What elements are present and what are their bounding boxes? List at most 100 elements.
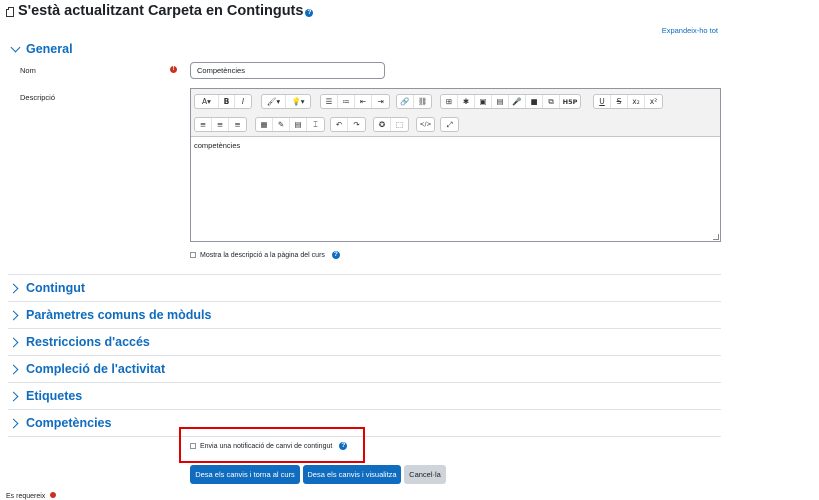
section-content[interactable]: Contingut (8, 281, 86, 295)
divider (8, 382, 721, 383)
font-style-button[interactable]: A▾ (195, 95, 219, 108)
description-label: Descripció (20, 93, 56, 102)
manage-files-button[interactable]: ⧉ (543, 95, 560, 108)
media-button[interactable]: ▤ (492, 95, 509, 108)
undo-button[interactable]: ↶ (331, 118, 348, 131)
editor-toolbar: A▾ B I 🖌▾ 💡▾ ☰ ≔ ⇤ ⇥ 🔗 ⛓ ⊞ ✱ ▣ ▤ 🎤 ■ ⧉ H… (191, 89, 720, 137)
resize-grip-icon[interactable] (713, 234, 719, 240)
divider (8, 328, 721, 329)
align-center-button[interactable]: ≡ (212, 118, 229, 131)
section-general[interactable]: General (10, 42, 73, 56)
notify-label: Envia una notificació de canvi de contin… (200, 442, 333, 450)
required-icon: ! (170, 66, 177, 73)
folder-icon (6, 7, 14, 17)
subscript-button[interactable]: x₂ (628, 95, 645, 108)
tb-group-align: ≡ ≡ ≡ (194, 117, 247, 132)
outdent-button[interactable]: ⇤ (355, 95, 372, 108)
tb-group-access: ✪ ⬚ (373, 117, 409, 132)
section-common-settings[interactable]: Paràmetres comuns de mòduls (8, 308, 212, 322)
align-right-button[interactable]: ≡ (229, 118, 246, 131)
name-label: Nom (20, 66, 36, 75)
required-note: Es requereix (6, 492, 57, 500)
accessibility-checker-button[interactable]: ✪ (374, 118, 391, 131)
record-video-button[interactable]: ■ (526, 95, 543, 108)
tb-group-style: A▾ B I (194, 94, 252, 109)
notify-checkbox[interactable] (190, 443, 196, 449)
cancel-button[interactable]: Cancel·la (404, 465, 446, 484)
help-icon[interactable]: ? (305, 8, 314, 17)
underline-button[interactable]: U (594, 95, 611, 108)
strikethrough-button[interactable]: S (611, 95, 628, 108)
record-audio-button[interactable]: 🎤 (509, 95, 526, 108)
save-display-button[interactable]: Desa els canvis i visualitza (303, 465, 401, 484)
edit-button[interactable]: ✎ (273, 118, 290, 131)
divider (8, 355, 721, 356)
special-char-button[interactable]: ✱ (458, 95, 475, 108)
tb-group-html: </> (416, 117, 435, 132)
help-icon[interactable]: ? (339, 442, 348, 450)
fullscreen-button[interactable]: ⤢ (441, 118, 458, 131)
equation-button[interactable]: ▦ (256, 118, 273, 131)
section-competencies[interactable]: Competències (8, 416, 112, 430)
chevron-right-icon (8, 391, 19, 401)
required-note-text: Es requereix (6, 493, 46, 500)
table-button[interactable]: ▤ (290, 118, 307, 131)
help-icon[interactable]: ? (331, 251, 340, 259)
html-button[interactable]: </> (417, 118, 434, 131)
divider (8, 274, 721, 275)
tb-group-lists: ☰ ≔ ⇤ ⇥ (320, 94, 390, 109)
page-title-wrap: S'està actualitzant Carpeta en Contingut… (6, 3, 314, 19)
tb-group-color: 🖌▾ 💡▾ (261, 94, 311, 109)
clear-format-button[interactable]: ⌶ (307, 118, 324, 131)
show-description-label: Mostra la descripció a la pàgina del cur… (200, 251, 325, 259)
save-return-button[interactable]: Desa els canvis i torna al curs (190, 465, 300, 484)
chevron-right-icon (8, 418, 19, 428)
required-icon (50, 492, 57, 498)
chevron-right-icon (8, 310, 19, 320)
divider (8, 301, 721, 302)
tb-group-tools: ▦ ✎ ▤ ⌶ (255, 117, 325, 132)
section-general-title: General (26, 42, 73, 56)
italic-button[interactable]: I (235, 95, 251, 108)
numbered-list-button[interactable]: ≔ (338, 95, 355, 108)
divider (8, 409, 721, 410)
screenreader-helper-button[interactable]: ⬚ (391, 118, 408, 131)
superscript-button[interactable]: x² (645, 95, 662, 108)
chevron-down-icon (10, 42, 21, 53)
redo-button[interactable]: ↷ (348, 118, 365, 131)
section-title: Contingut (26, 281, 86, 295)
section-restrictions[interactable]: Restriccions d'accés (8, 335, 150, 349)
table-insert-button[interactable]: ⊞ (441, 95, 458, 108)
expand-all-link[interactable]: Expandeix-ho tot (662, 26, 718, 35)
section-completion[interactable]: Compleció de l'activitat (8, 362, 166, 376)
chevron-right-icon (8, 337, 19, 347)
tb-group-media: ⊞ ✱ ▣ ▤ 🎤 ■ ⧉ H5P (440, 94, 581, 109)
show-description-row: Mostra la descripció a la pàgina del cur… (190, 251, 340, 259)
chevron-right-icon (8, 283, 19, 293)
link-button[interactable]: 🔗 (397, 95, 414, 108)
name-input[interactable]: Competències (190, 62, 385, 79)
show-description-checkbox[interactable] (190, 252, 196, 258)
chevron-right-icon (8, 364, 19, 374)
section-tags[interactable]: Etiquetes (8, 389, 83, 403)
section-title: Restriccions d'accés (26, 335, 150, 349)
brush-button[interactable]: 🖌▾ (262, 95, 286, 108)
editor-content[interactable]: competències (194, 141, 240, 150)
bullet-list-button[interactable]: ☰ (321, 95, 338, 108)
tb-group-history: ↶ ↷ (330, 117, 366, 132)
section-title: Compleció de l'activitat (26, 362, 166, 376)
section-title: Etiquetes (26, 389, 83, 403)
description-editor[interactable]: A▾ B I 🖌▾ 💡▾ ☰ ≔ ⇤ ⇥ 🔗 ⛓ ⊞ ✱ ▣ ▤ 🎤 ■ ⧉ H… (190, 88, 721, 242)
indent-button[interactable]: ⇥ (372, 95, 389, 108)
h5p-button[interactable]: H5P (560, 95, 580, 108)
section-title: Competències (26, 416, 112, 430)
image-button[interactable]: ▣ (475, 95, 492, 108)
tb-group-format: U S x₂ x² (593, 94, 663, 109)
tb-group-fullscreen: ⤢ (440, 117, 459, 132)
unlink-button[interactable]: ⛓ (414, 95, 431, 108)
page-title: S'està actualitzant Carpeta en Contingut… (18, 3, 304, 19)
align-left-button[interactable]: ≡ (195, 118, 212, 131)
bulb-button[interactable]: 💡▾ (286, 95, 310, 108)
bold-button[interactable]: B (219, 95, 235, 108)
section-title: Paràmetres comuns de mòduls (26, 308, 212, 322)
